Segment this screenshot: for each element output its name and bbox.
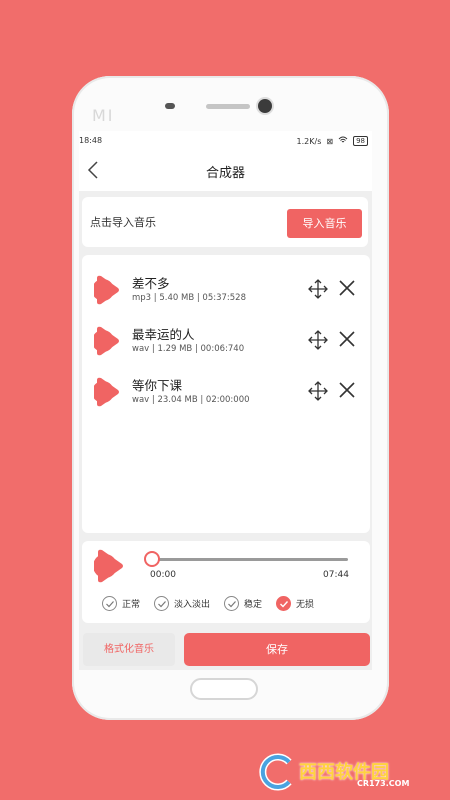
move-icon[interactable] — [308, 279, 328, 299]
sim-icon: ⊠ — [326, 136, 334, 146]
option-normal[interactable]: 正常 — [102, 596, 140, 611]
import-prompt: 点击导入音乐 — [90, 216, 156, 229]
net-speed: 1.2K/s — [296, 136, 322, 146]
status-time: 18:48 — [79, 136, 103, 145]
play-icon[interactable] — [94, 549, 124, 583]
check-icon[interactable] — [224, 596, 240, 611]
song-name: 等你下课 — [132, 378, 183, 393]
list-item[interactable]: 等你下课 wav | 23.04 MB | 02:00:000 — [82, 371, 370, 415]
close-icon[interactable] — [338, 330, 356, 348]
title-bar: 合成器 — [79, 151, 372, 191]
song-meta: wav | 1.29 MB | 00:06:740 — [132, 344, 245, 354]
home-button[interactable] — [190, 678, 258, 700]
format-music-button[interactable]: 格式化音乐 — [83, 633, 175, 666]
song-name: 最幸运的人 — [132, 327, 195, 342]
option-fade[interactable]: 淡入淡出 — [154, 596, 210, 611]
list-item[interactable]: 最幸运的人 wav | 1.29 MB | 00:06:740 — [82, 320, 370, 364]
check-icon[interactable] — [276, 596, 292, 611]
song-meta: mp3 | 5.40 MB | 05:37:528 — [132, 293, 246, 303]
watermark-logo-icon — [259, 753, 292, 791]
import-card: 点击导入音乐 导入音乐 — [82, 197, 368, 247]
list-item[interactable]: 差不多 mp3 | 5.40 MB | 05:37:528 — [82, 269, 370, 313]
options-row: 正常 淡入淡出 稳定 无损 — [102, 596, 328, 611]
import-music-button[interactable]: 导入音乐 — [287, 209, 362, 238]
player-card: 00:00 07:44 正常 淡入淡出 稳定 无损 — [82, 541, 370, 623]
option-label: 淡入淡出 — [174, 600, 211, 610]
close-icon[interactable] — [338, 279, 356, 297]
front-camera — [258, 99, 272, 113]
earpiece-speaker — [206, 104, 250, 109]
play-icon[interactable] — [94, 377, 120, 407]
watermark: 西西软件园 CR173.COM — [257, 752, 432, 794]
play-icon[interactable] — [94, 326, 120, 356]
option-label: 无损 — [296, 600, 315, 610]
play-icon[interactable] — [94, 275, 120, 305]
current-time: 00:00 — [150, 570, 176, 580]
option-label: 正常 — [122, 600, 141, 610]
song-name: 差不多 — [132, 276, 170, 291]
device-logo: MI — [92, 106, 115, 125]
status-bar: 18:48 1.2K/s ⊠ 98 — [79, 131, 372, 151]
page-title: 合成器 — [205, 166, 245, 181]
move-icon[interactable] — [308, 330, 328, 350]
check-icon[interactable] — [154, 596, 170, 611]
total-time: 07:44 — [323, 570, 349, 580]
progress-thumb[interactable] — [144, 551, 160, 567]
song-list: 差不多 mp3 | 5.40 MB | 05:37:528 最幸运的人 wav … — [82, 255, 370, 533]
save-button[interactable]: 保存 — [184, 633, 370, 666]
sensor-dot — [165, 103, 175, 109]
app-screen: 18:48 1.2K/s ⊠ 98 合成器 点击导入音乐 导入音乐 差不多 mp… — [79, 131, 372, 670]
option-lossless[interactable]: 无损 — [276, 596, 314, 611]
song-meta: wav | 23.04 MB | 02:00:000 — [132, 395, 250, 405]
wifi-icon — [338, 136, 348, 146]
progress-track[interactable] — [152, 558, 348, 561]
move-icon[interactable] — [308, 381, 328, 401]
option-label: 稳定 — [244, 600, 263, 610]
check-icon[interactable] — [102, 596, 117, 611]
watermark-url: CR173.COM — [357, 779, 410, 788]
close-icon[interactable] — [338, 381, 356, 399]
battery-icon: 98 — [353, 136, 368, 146]
option-stable[interactable]: 稳定 — [224, 596, 262, 611]
